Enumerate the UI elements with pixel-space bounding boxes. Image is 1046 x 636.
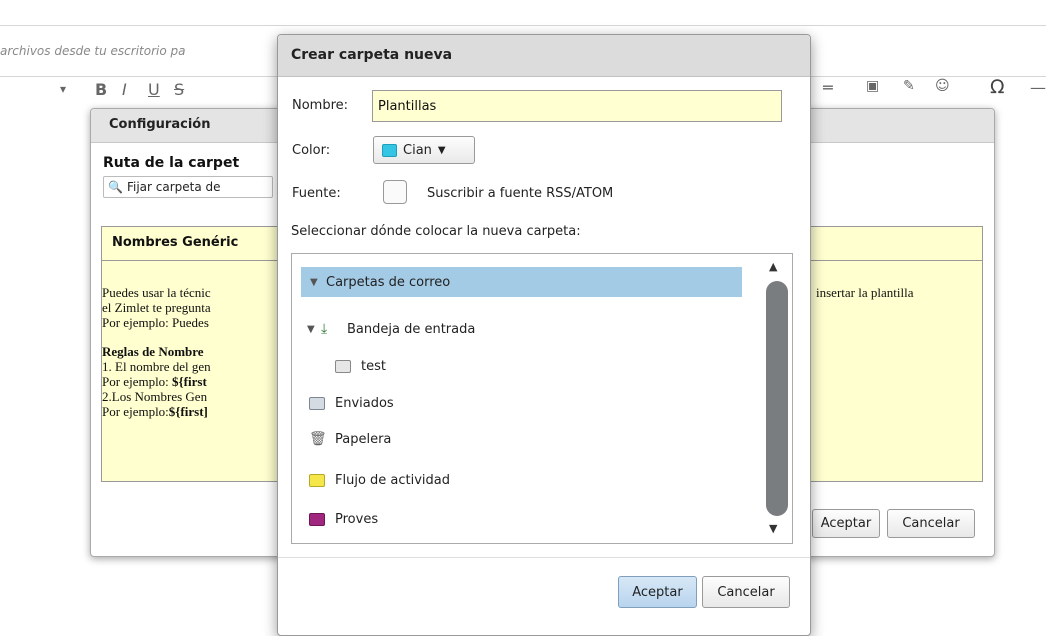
config-ok-button[interactable]: Aceptar — [812, 509, 880, 538]
scroll-up-icon[interactable]: ▲ — [769, 260, 777, 273]
tree-item-inbox[interactable]: ▼ ⤓ Bandeja de entrada — [307, 314, 475, 344]
tree-item-label: test — [361, 358, 386, 374]
emoji-icon[interactable]: ☺ — [935, 78, 950, 94]
tree-item-mail-folders[interactable]: ▼ Carpetas de correo — [301, 267, 742, 297]
tree-item-sent[interactable]: Enviados — [309, 388, 394, 418]
cyan-swatch-icon — [382, 143, 397, 157]
folder-tree: ▼ Carpetas de correo ▼ ⤓ Bandeja de entr… — [291, 253, 793, 544]
omega-icon[interactable]: Ω — [990, 76, 1005, 98]
dialog-footer-divider — [278, 557, 810, 558]
color-dropdown[interactable]: Cian ▼ — [373, 136, 475, 164]
tree-item-label: Flujo de actividad — [335, 472, 451, 488]
tree-item-test[interactable]: test — [335, 351, 386, 381]
name-label: Nombre: — [292, 98, 349, 113]
bold-button[interactable]: B — [95, 80, 107, 99]
tree-item-trash[interactable]: 🗑 Papelera — [309, 424, 391, 454]
config-cancel-button[interactable]: Cancelar — [887, 509, 975, 538]
rss-subscribe-label[interactable]: Suscribir a fuente RSS/ATOM — [427, 186, 613, 201]
new-folder-dialog: Crear carpeta nueva Nombre: Color: Cian … — [277, 34, 811, 636]
tree-item-label: Carpetas de correo — [326, 274, 451, 290]
generic-names-title: Nombres Genéric — [112, 235, 239, 250]
folder-route-label: Ruta de la carpet — [103, 155, 240, 171]
new-folder-dialog-header[interactable]: Crear carpeta nueva — [278, 35, 810, 77]
help-line-1: Puedes usar la técnic — [102, 285, 211, 300]
search-icon: 🔍 — [108, 180, 123, 194]
rule-2: 2.Los Nombres Gen — [102, 389, 208, 404]
upload-hint: archivos desde tu escritorio pa — [0, 44, 186, 58]
new-folder-dialog-title: Crear carpeta nueva — [291, 47, 453, 63]
folder-icon — [335, 359, 351, 373]
new-folder-ok-button[interactable]: Aceptar — [618, 576, 697, 608]
help-line-3: Por ejemplo: Puedes — [102, 315, 209, 330]
image-icon[interactable]: ▣ — [866, 78, 879, 94]
color-value: Cian — [403, 142, 432, 158]
configuration-dialog-title: Configuración — [109, 117, 211, 132]
tree-item-label: Papelera — [335, 431, 392, 447]
tree-item-label: Proves — [335, 511, 379, 527]
tree-item-activity-stream[interactable]: Flujo de actividad — [309, 465, 450, 495]
expand-triangle-icon[interactable]: ▼ — [307, 324, 321, 335]
help-line-2: el Zimlet te pregunta — [102, 300, 211, 315]
source-label: Fuente: — [292, 186, 341, 201]
chevron-down-icon: ▼ — [437, 144, 446, 156]
rss-subscribe-checkbox[interactable] — [383, 180, 407, 204]
inbox-icon: ⤓ — [321, 321, 328, 337]
tree-scrollbar[interactable]: ▲ ▼ — [762, 254, 792, 543]
underline-button[interactable]: U — [148, 80, 160, 99]
rules-title: Reglas de Nombre — [102, 344, 204, 359]
tree-item-proves[interactable]: Proves — [309, 504, 378, 534]
expand-triangle-icon[interactable]: ▼ — [310, 277, 324, 288]
dash-icon[interactable]: — — [1030, 78, 1046, 97]
new-folder-cancel-button[interactable]: Cancelar — [702, 576, 790, 608]
italic-button[interactable]: I — [122, 80, 127, 99]
folder-name-input[interactable] — [372, 90, 782, 122]
tree-item-label: Bandeja de entrada — [347, 321, 476, 337]
font-size-dropdown-arrow[interactable]: ▾ — [60, 82, 66, 96]
color-label: Color: — [292, 143, 331, 158]
hr-icon[interactable]: ═ — [823, 78, 833, 97]
scroll-down-icon[interactable]: ▼ — [769, 522, 777, 535]
top-divider — [0, 25, 1046, 26]
rule-2-example: Por ejemplo:${first] — [102, 404, 208, 419]
folder-icon — [309, 473, 325, 487]
rule-1: 1. El nombre del gen — [102, 359, 211, 374]
link-icon[interactable]: ✎ — [903, 78, 915, 94]
help-line-right: insertar la plantilla — [816, 285, 914, 300]
folder-icon — [309, 512, 325, 526]
sent-icon — [309, 396, 325, 410]
scrollbar-thumb[interactable] — [766, 281, 788, 516]
fix-folder-label: Fijar carpeta de — [126, 180, 221, 194]
rule-1-example: Por ejemplo: ${first — [102, 374, 207, 389]
location-label: Seleccionar dónde colocar la nueva carpe… — [291, 224, 581, 239]
trash-icon: 🗑 — [309, 431, 327, 447]
fix-folder-button[interactable]: 🔍 Fijar carpeta de — [103, 176, 273, 198]
strike-button[interactable]: S — [174, 80, 184, 99]
tree-item-label: Enviados — [335, 395, 394, 411]
